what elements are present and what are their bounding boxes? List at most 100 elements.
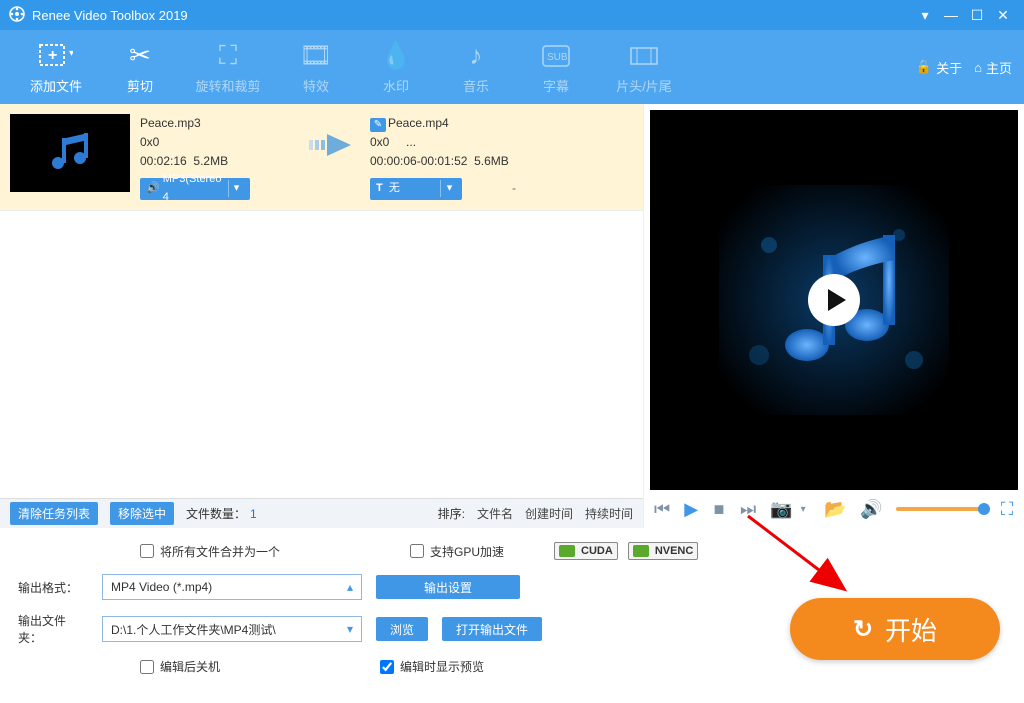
nvenc-badge: NVENC (628, 542, 699, 560)
browse-button[interactable]: 浏览 (376, 617, 428, 641)
show-preview-checkbox[interactable]: 编辑时显示预览 (380, 658, 484, 675)
next-button[interactable]: ⏭ (740, 499, 756, 520)
svg-text:▾: ▾ (69, 48, 73, 59)
music-button[interactable]: ♪ 音乐 (436, 30, 516, 104)
cut-button[interactable]: ✂ 剪切 (100, 30, 180, 104)
effects-icon: 🎞 (299, 40, 332, 72)
home-icon: ⌂ (974, 60, 982, 75)
cuda-label: CUDA (581, 545, 613, 557)
preview-play-overlay[interactable] (808, 274, 860, 326)
volume-button[interactable]: 🔊 (860, 499, 882, 520)
convert-arrow-icon (300, 114, 360, 200)
dash-value: - (512, 179, 516, 198)
fullscreen-button[interactable]: ⛶ (1000, 499, 1014, 520)
app-title: Renee Video Toolbox 2019 (32, 8, 912, 23)
add-file-label: 添加文件 (30, 76, 82, 95)
destination-extra: ... (406, 135, 416, 149)
snapshot-button[interactable]: 📷 (770, 499, 792, 520)
watermark-icon: 💧 (380, 40, 412, 72)
output-folder-combo[interactable]: D:\1.个人工作文件夹\MP4测试\ ▾ (102, 616, 362, 642)
output-format-combo[interactable]: MP4 Video (*.mp4) ▴ (102, 574, 362, 600)
subtitle-pill-prefix: T (376, 180, 383, 198)
minimize-button[interactable]: — (938, 5, 964, 25)
effects-label: 特效 (303, 76, 329, 95)
source-duration: 00:02:16 (140, 154, 187, 168)
close-button[interactable]: ✕ (990, 5, 1016, 25)
chevron-down-icon: ▾ (440, 180, 458, 198)
gpu-accel-label: 支持GPU加速 (430, 543, 504, 560)
lock-icon: 🔒 (916, 59, 932, 75)
sort-by-name[interactable]: 文件名 (477, 505, 513, 522)
head-tail-label: 片头/片尾 (616, 76, 672, 95)
merge-all-checkbox[interactable]: 将所有文件合并为一个 (140, 543, 280, 560)
chevron-down-icon: ▾ (347, 622, 353, 636)
prev-button[interactable]: ⏮ (654, 499, 670, 520)
home-link[interactable]: ⌂ 主页 (974, 58, 1012, 77)
destination-file-info: ✎Peace.mp4 0x0 ... 00:00:06-00:01:52 5.6… (370, 114, 633, 200)
subtitle-button[interactable]: SUB 字幕 (516, 30, 596, 104)
volume-slider[interactable] (896, 507, 986, 511)
sort-by-created[interactable]: 创建时间 (525, 505, 573, 522)
rotate-crop-label: 旋转和裁剪 (195, 76, 260, 95)
head-tail-icon (630, 40, 658, 72)
shutdown-after-label: 编辑后关机 (160, 658, 220, 675)
preview-panel[interactable] (650, 110, 1018, 490)
playback-controls: ⏮ ▶ ■ ⏭ 📷 ▾ 📂 🔊 ⛶ (644, 490, 1024, 528)
queue-control-bar: 清除任务列表 移除选中 文件数量：1 排序: 文件名 创建时间 持续时间 (0, 498, 643, 528)
start-label: 开始 (885, 611, 937, 648)
add-file-icon: +▾ (39, 40, 73, 72)
watermark-button[interactable]: 💧 水印 (356, 30, 436, 104)
add-file-button[interactable]: +▾ 添加文件 (12, 30, 100, 104)
about-label: 关于 (936, 58, 962, 77)
rotate-crop-button[interactable]: ⛶ 旋转和裁剪 (180, 30, 276, 104)
subtitle-pill-value: 无 (389, 180, 400, 198)
play-button[interactable]: ▶ (684, 499, 698, 520)
destination-filename: Peace.mp4 (388, 116, 449, 130)
edit-badge-icon: ✎ (370, 118, 386, 132)
effects-button[interactable]: 🎞 特效 (276, 30, 356, 104)
output-format-label: 输出格式： (18, 579, 88, 596)
audio-format-value: MP3(Stereo 4 (163, 171, 222, 206)
open-folder-button[interactable]: 📂 (824, 499, 846, 520)
source-filename: Peace.mp3 (140, 114, 290, 133)
file-count-label: 文件数量：1 (186, 505, 257, 522)
chevron-down-icon: ▾ (228, 180, 244, 198)
file-count-value: 1 (250, 507, 257, 521)
output-settings-button[interactable]: 输出设置 (376, 575, 520, 599)
nvidia-icon (559, 545, 575, 557)
clear-queue-button[interactable]: 清除任务列表 (10, 502, 98, 525)
cut-label: 剪切 (127, 76, 153, 95)
home-label: 主页 (986, 58, 1012, 77)
music-icon: ♪ (470, 40, 483, 72)
subtitle-dropdown[interactable]: T 无 ▾ (370, 178, 462, 200)
main-toolbar: +▾ 添加文件 ✂ 剪切 ⛶ 旋转和裁剪 🎞 特效 💧 水印 ♪ 音乐 SUB … (0, 30, 1024, 104)
shutdown-after-checkbox[interactable]: 编辑后关机 (140, 658, 220, 675)
file-thumbnail (10, 114, 130, 192)
show-preview-label: 编辑时显示预览 (400, 658, 484, 675)
dropdown-button[interactable]: ▾ (912, 5, 938, 25)
stop-button[interactable]: ■ (712, 499, 726, 520)
output-format-value: MP4 Video (*.mp4) (111, 580, 212, 594)
output-folder-value: D:\1.个人工作文件夹\MP4测试\ (111, 621, 276, 638)
start-button[interactable]: ↻ 开始 (790, 598, 1000, 660)
chevron-up-icon: ▴ (347, 580, 353, 594)
cuda-badge: CUDA (554, 542, 618, 560)
snapshot-dropdown[interactable]: ▾ (796, 504, 810, 515)
about-link[interactable]: 🔒关于 (916, 58, 962, 77)
sort-by-duration[interactable]: 持续时间 (585, 505, 633, 522)
audio-format-dropdown[interactable]: 🔊 MP3(Stereo 4▾ (140, 178, 250, 200)
settings-panel: 将所有文件合并为一个 支持GPU加速 CUDA NVENC 输出格式： MP4 … (0, 528, 1024, 703)
remove-selected-button[interactable]: 移除选中 (110, 502, 174, 525)
music-label: 音乐 (463, 76, 489, 95)
app-logo-icon (8, 5, 26, 26)
destination-resolution: 0x0 (370, 135, 389, 149)
file-queue-row[interactable]: Peace.mp3 0x0 00:02:16 5.2MB 🔊 MP3(Stere… (0, 104, 643, 211)
head-tail-button[interactable]: 片头/片尾 (596, 30, 692, 104)
maximize-button[interactable]: ☐ (964, 5, 990, 25)
nvidia-icon (633, 545, 649, 557)
destination-range: 00:00:06-00:01:52 (370, 154, 467, 168)
source-file-info: Peace.mp3 0x0 00:02:16 5.2MB 🔊 MP3(Stere… (140, 114, 290, 200)
gpu-accel-checkbox[interactable]: 支持GPU加速 (410, 543, 504, 560)
destination-size: 5.6MB (474, 154, 509, 168)
open-output-button[interactable]: 打开输出文件 (442, 617, 542, 641)
